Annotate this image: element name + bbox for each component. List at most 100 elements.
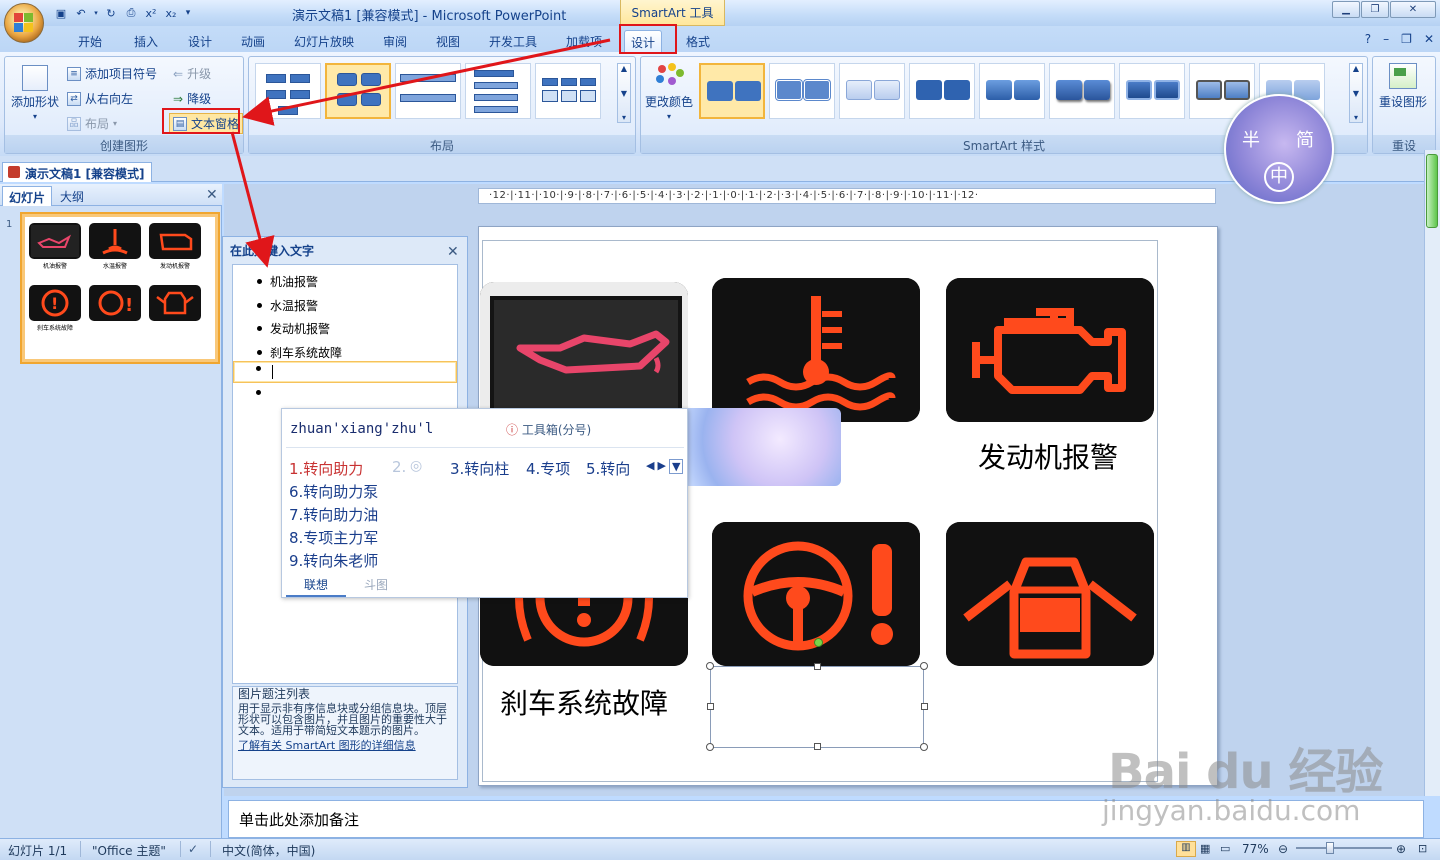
- tab-format[interactable]: 格式: [680, 30, 716, 52]
- tab-home[interactable]: 开始: [72, 30, 108, 52]
- layout-option[interactable]: [465, 63, 531, 119]
- caption-engine[interactable]: 发动机报警: [938, 436, 1158, 476]
- tab-addins[interactable]: 加载项: [560, 30, 608, 52]
- tab-slides[interactable]: 幻灯片: [2, 186, 53, 206]
- zoom-slider-knob[interactable]: [1326, 842, 1334, 854]
- smartart-help-link[interactable]: 了解有关 SmartArt 图形的详细信息: [238, 740, 452, 751]
- customize-toolbar-icon[interactable]: ▾: [182, 4, 194, 22]
- caption-brake[interactable]: 刹车系统故障: [474, 682, 694, 722]
- add-shape-button[interactable]: 添加形状 ▾: [11, 65, 59, 121]
- selected-text-shape[interactable]: [710, 666, 924, 748]
- picture-engine-warning[interactable]: [946, 278, 1154, 422]
- ime-candidate[interactable]: 6.转向助力泵: [289, 481, 378, 502]
- chevron-up-icon[interactable]: ▲: [621, 64, 627, 73]
- normal-view-icon[interactable]: ▥: [1176, 841, 1196, 857]
- tab-animation[interactable]: 动画: [235, 30, 271, 52]
- resize-handle[interactable]: [706, 662, 714, 670]
- style-option[interactable]: [1119, 63, 1185, 119]
- layout-button[interactable]: 品 布局 ▾: [67, 115, 117, 132]
- close-icon[interactable]: ✕: [1390, 1, 1436, 18]
- zoom-out-icon[interactable]: ⊖: [1278, 842, 1288, 856]
- print-preview-icon[interactable]: ⎙: [122, 4, 140, 22]
- list-item[interactable]: 刹车系统故障: [257, 344, 342, 361]
- style-gallery-scroll[interactable]: ▲ ▼ ▾: [1349, 63, 1363, 123]
- ime-candidate[interactable]: 9.转向朱老师: [289, 550, 378, 571]
- style-option[interactable]: [769, 63, 835, 119]
- tab-view[interactable]: 视图: [430, 30, 466, 52]
- picture-oil-warning[interactable]: [480, 282, 688, 426]
- tab-outline[interactable]: 大纲: [54, 186, 90, 206]
- close-icon[interactable]: ✕: [447, 244, 459, 260]
- add-bullet-button[interactable]: ≡ 添加项目符号: [67, 65, 157, 82]
- reset-graphic-button[interactable]: 重设图形: [1379, 63, 1427, 110]
- slide-sorter-icon[interactable]: ▦: [1200, 842, 1210, 855]
- tab-insert[interactable]: 插入: [128, 30, 164, 52]
- style-option[interactable]: [979, 63, 1045, 119]
- ime-toolbox-hint[interactable]: ⓘ 工具箱(分号): [506, 421, 591, 438]
- tab-design[interactable]: 设计: [182, 30, 218, 52]
- resize-handle[interactable]: [814, 743, 821, 750]
- zoom-slider[interactable]: [1296, 847, 1392, 849]
- ime-candidate[interactable]: 2.: [392, 458, 406, 476]
- chevron-up-icon[interactable]: ▲: [1353, 64, 1359, 73]
- ime-emoji-icon[interactable]: ◎: [410, 458, 422, 474]
- layout-option-selected[interactable]: [325, 63, 391, 119]
- list-item[interactable]: 发动机报警: [257, 320, 330, 337]
- list-item[interactable]: [256, 366, 269, 371]
- zoom-in-icon[interactable]: ⊕: [1396, 842, 1406, 856]
- office-button[interactable]: [4, 3, 44, 43]
- change-colors-button[interactable]: 更改颜色 ▾: [645, 63, 693, 121]
- undo-icon[interactable]: ↶: [72, 4, 90, 22]
- resize-handle[interactable]: [706, 743, 714, 751]
- chevron-down-icon[interactable]: ▼: [668, 459, 684, 474]
- picture-door-warning[interactable]: [946, 522, 1154, 666]
- resize-handle[interactable]: [814, 663, 821, 670]
- style-option[interactable]: [1049, 63, 1115, 119]
- layout-gallery-scroll[interactable]: ▲ ▼ ▾: [617, 63, 631, 123]
- ime-candidate[interactable]: 1.转向助力: [289, 458, 363, 479]
- chevron-right-icon[interactable]: ▶: [657, 459, 665, 474]
- list-item[interactable]: 机油报警: [257, 273, 318, 290]
- tab-slideshow[interactable]: 幻灯片放映: [288, 30, 360, 52]
- promote-button[interactable]: ⇐ 升级: [173, 65, 211, 82]
- subscript-icon[interactable]: x₂: [162, 4, 180, 22]
- list-item[interactable]: 水温报警: [257, 297, 318, 314]
- doc-close-icon[interactable]: ✕: [1424, 32, 1434, 46]
- style-option[interactable]: [839, 63, 905, 119]
- doc-restore-icon[interactable]: ❐: [1401, 32, 1412, 46]
- save-icon[interactable]: ▣: [52, 4, 70, 22]
- ime-candidate[interactable]: 8.专项主力军: [289, 527, 378, 548]
- slideshow-icon[interactable]: ▭: [1220, 842, 1230, 855]
- chevron-left-icon[interactable]: ◀: [646, 459, 654, 474]
- resize-handle[interactable]: [920, 662, 928, 670]
- more-icon[interactable]: ▾: [1354, 113, 1358, 122]
- ime-candidate[interactable]: 7.转向助力油: [289, 504, 378, 525]
- document-tab[interactable]: 演示文稿1 [兼容模式]: [2, 162, 152, 182]
- layout-option[interactable]: [535, 63, 601, 119]
- superscript-icon[interactable]: x²: [142, 4, 160, 22]
- close-icon[interactable]: ✕: [206, 187, 218, 203]
- demote-button[interactable]: ⇒ 降级: [173, 90, 211, 107]
- scrollbar-thumb[interactable]: [1426, 154, 1438, 228]
- style-option[interactable]: [909, 63, 975, 119]
- vertical-scrollbar[interactable]: [1424, 150, 1440, 796]
- rotate-handle[interactable]: [814, 638, 823, 647]
- help-icon[interactable]: ?: [1365, 32, 1371, 46]
- list-item[interactable]: [256, 390, 269, 395]
- undo-dropdown-icon[interactable]: ▾: [92, 4, 100, 22]
- more-icon[interactable]: ▾: [622, 113, 626, 122]
- resize-handle[interactable]: [921, 703, 928, 710]
- redo-icon[interactable]: ↻: [102, 4, 120, 22]
- tab-review[interactable]: 审阅: [377, 30, 413, 52]
- fit-to-window-icon[interactable]: ⊡: [1418, 842, 1427, 855]
- minimize-icon[interactable]: ▁: [1332, 1, 1360, 18]
- tab-developer[interactable]: 开发工具: [483, 30, 543, 52]
- spellcheck-icon[interactable]: ✓: [188, 842, 198, 856]
- chevron-down-icon[interactable]: ▼: [621, 89, 627, 98]
- chevron-down-icon[interactable]: ▼: [1353, 89, 1359, 98]
- ime-candidate[interactable]: 5.转向: [586, 458, 630, 479]
- slide-thumbnail[interactable]: 机油报警 水温报警 发动机报警 ! ! 刹车系统故障: [20, 212, 220, 364]
- ime-candidate[interactable]: 4.专项: [526, 458, 570, 479]
- ime-candidate[interactable]: 3.转向柱: [450, 458, 509, 479]
- ribbon-minimize-icon[interactable]: –: [1383, 32, 1389, 46]
